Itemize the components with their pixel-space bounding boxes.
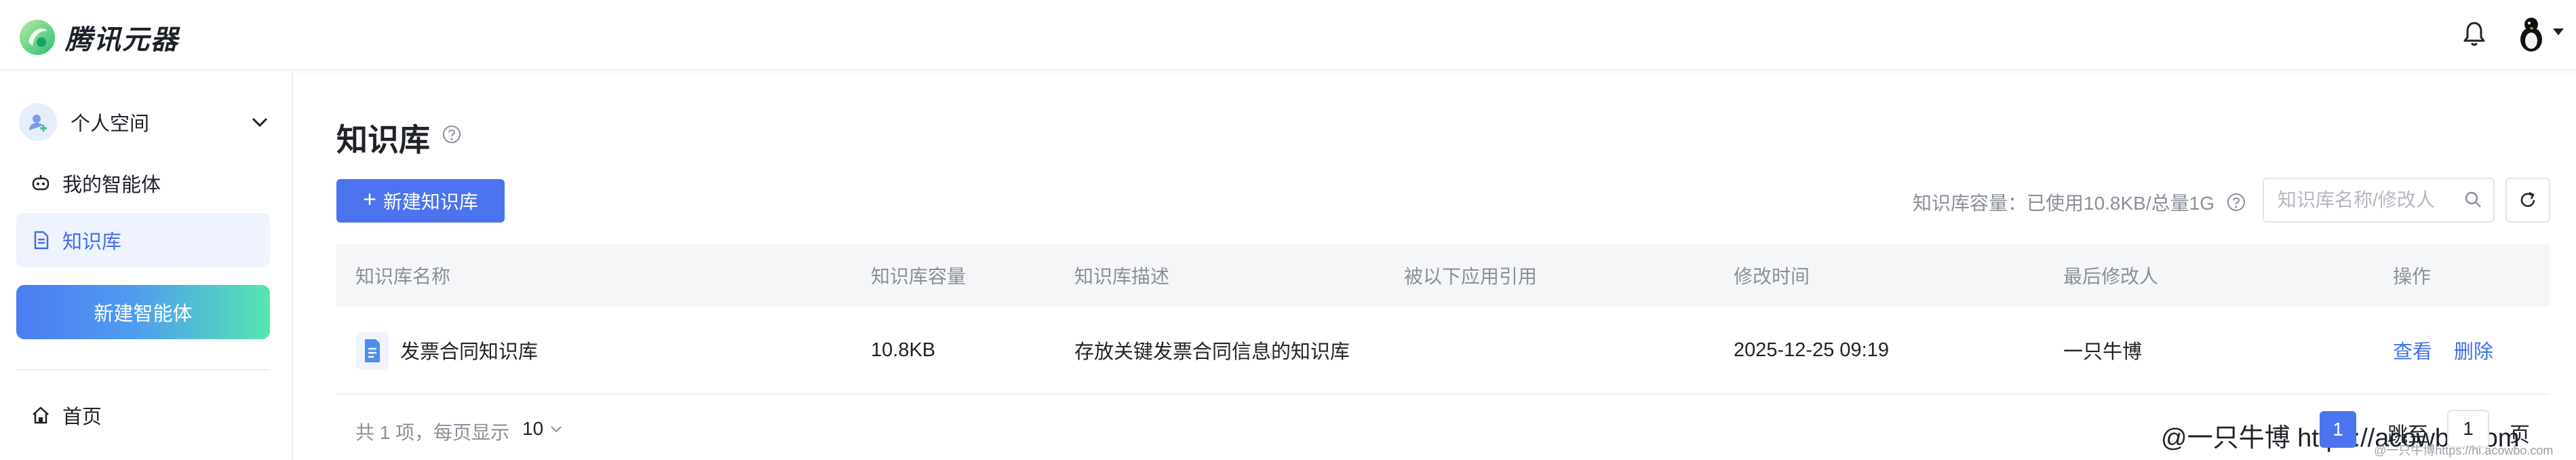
watermark-small: @一只牛博https://hi.acowbo.com — [2374, 444, 2554, 457]
page-title: 知识库 — [336, 122, 430, 157]
column-header: 最后修改人 — [2063, 266, 2159, 287]
space-label: 个人空间 — [71, 113, 150, 135]
new-agent-button[interactable]: 新建智能体 — [16, 285, 270, 339]
app-name: 腾讯元器 — [65, 25, 179, 55]
chevron-down-icon — [551, 426, 562, 433]
sidebar-item-home[interactable]: 首页 — [16, 388, 270, 442]
column-header: 知识库容量 — [871, 266, 967, 287]
document-icon — [34, 231, 49, 250]
search-input[interactable] — [2263, 178, 2495, 223]
sidebar-item-label: 首页 — [62, 406, 102, 428]
kb-name[interactable]: 发票合同知识库 — [400, 336, 538, 364]
kb-size: 10.8KB — [871, 339, 936, 361]
create-knowledge-base-button[interactable]: + 新建知识库 — [336, 179, 505, 223]
main-content: 知识库 + 新建知识库 知识库容量：已使用10.8KB/总量1G 知识库名称 知… — [294, 71, 2576, 460]
user-avatar[interactable] — [2516, 15, 2546, 53]
sidebar-item-label: 知识库 — [62, 231, 122, 253]
column-header: 被以下应用引用 — [1404, 266, 1538, 287]
refresh-button[interactable] — [2505, 178, 2550, 223]
space-avatar — [19, 103, 57, 141]
page-size-value: 10 — [522, 418, 544, 439]
bell-icon[interactable] — [2462, 20, 2486, 47]
robot-icon — [32, 175, 50, 191]
sidebar-divider — [16, 369, 270, 370]
kb-modifier: 一只牛博 — [2063, 341, 2143, 363]
home-icon — [33, 406, 49, 424]
total-count: 共 1 项，每页显示 — [355, 422, 510, 443]
file-icon — [356, 332, 389, 370]
top-bar: 腾讯元器 — [0, 0, 2576, 71]
logo-icon — [20, 20, 55, 55]
table-header: 知识库名称 知识库容量 知识库描述 被以下应用引用 修改时间 最后修改人 操作 — [336, 244, 2550, 307]
chevron-down-icon[interactable] — [251, 116, 269, 128]
plus-icon: + — [363, 186, 376, 212]
delete-link[interactable]: 删除 — [2454, 336, 2493, 364]
sidebar-item-knowledge-base[interactable]: 知识库 — [16, 213, 270, 267]
column-header: 操作 — [2393, 266, 2432, 287]
user-add-icon — [29, 115, 47, 132]
sidebar-item-my-agents[interactable]: 我的智能体 — [16, 156, 270, 210]
knowledge-base-table: 知识库名称 知识库容量 知识库描述 被以下应用引用 修改时间 最后修改人 操作 … — [336, 244, 2550, 395]
help-icon[interactable] — [442, 125, 461, 144]
space-switcher[interactable]: 个人空间 — [19, 98, 269, 147]
capacity-info: 知识库容量：已使用10.8KB/总量1G — [1913, 189, 2246, 216]
view-link[interactable]: 查看 — [2393, 336, 2432, 364]
sidebar-item-label: 我的智能体 — [62, 174, 161, 196]
app-logo[interactable]: 腾讯元器 — [19, 18, 179, 57]
refresh-icon — [2520, 191, 2535, 207]
page-button-active[interactable]: 1 — [2320, 411, 2356, 448]
column-header: 知识库名称 — [355, 266, 451, 287]
kb-modified-time: 2025-12-25 09:19 — [1734, 339, 1889, 361]
capacity-text: 知识库容量：已使用10.8KB/总量1G — [1913, 193, 2214, 214]
sidebar: 个人空间 我的智能体 知识库 新建智能体 首页 — [0, 71, 293, 460]
kb-description: 存放关键发票合同信息的知识库 — [1074, 341, 1350, 363]
create-button-label: 新建知识库 — [383, 191, 478, 212]
page-size-select[interactable]: 10 — [522, 418, 562, 440]
search-icon[interactable] — [2463, 190, 2482, 209]
column-header: 知识库描述 — [1074, 266, 1170, 287]
help-icon[interactable] — [2227, 193, 2246, 212]
caret-down-icon[interactable] — [2552, 27, 2565, 37]
table-row[interactable]: 发票合同知识库 10.8KB 存放关键发票合同信息的知识库 2025-12-25… — [336, 307, 2550, 395]
column-header: 修改时间 — [1734, 266, 1810, 287]
